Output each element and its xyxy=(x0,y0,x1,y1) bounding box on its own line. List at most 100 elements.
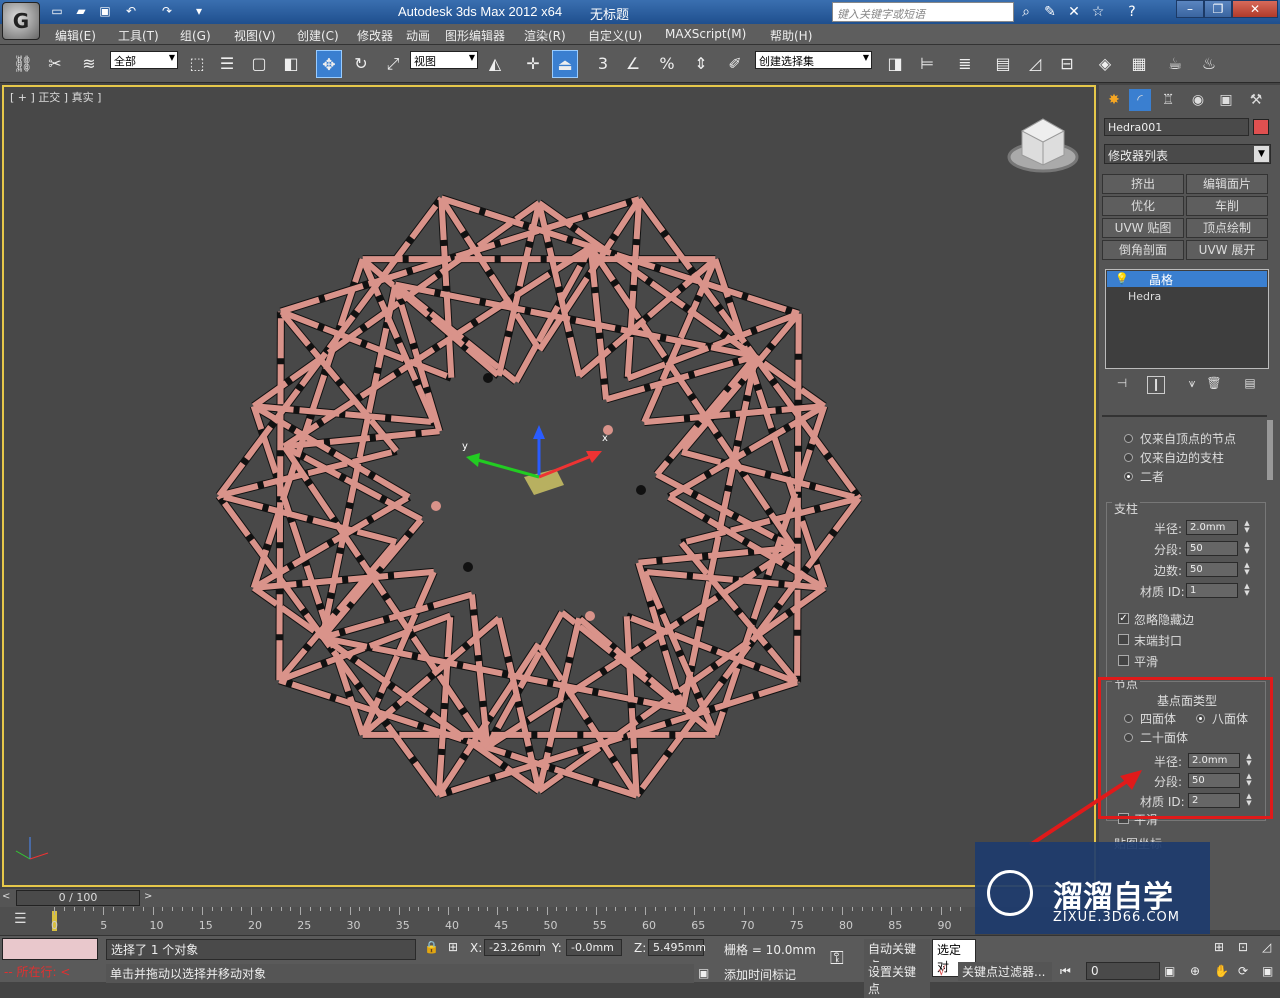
x-coordinate-field[interactable]: -23.26mm xyxy=(484,939,546,956)
y-coordinate-field[interactable]: -0.0mm xyxy=(566,939,622,956)
favorites-icon[interactable]: ☆ xyxy=(1088,2,1108,22)
percent-snap-icon[interactable]: % xyxy=(654,50,680,78)
lattice-object[interactable]: xy xyxy=(4,87,1096,887)
redo-icon[interactable]: ↷ xyxy=(158,3,176,20)
subscription-icon[interactable]: ✎ xyxy=(1040,2,1060,22)
time-configuration-icon[interactable]: ▣ xyxy=(1164,964,1175,978)
extrude-button[interactable]: 挤出 xyxy=(1102,174,1184,194)
angle-snap-icon[interactable]: ∠ xyxy=(620,50,646,78)
hierarchy-tab-icon[interactable]: ♖ xyxy=(1157,89,1179,111)
pivot-center-icon[interactable]: ◭ xyxy=(482,50,508,78)
spinner-arrows-icon[interactable]: ▲ ▼ xyxy=(1242,583,1252,598)
select-scale-icon[interactable]: ⤢ xyxy=(380,50,406,78)
gizmo-x-axis[interactable] xyxy=(538,453,595,479)
radio-both[interactable] xyxy=(1124,472,1133,481)
track-bar[interactable]: ☰ 0 5 10 15 20 25 30 35 40 45 50 55 60 65 70 75 80 85 90 xyxy=(0,907,975,935)
make-unique-icon[interactable]: ⩛ xyxy=(1183,376,1201,394)
vertex-paint-button[interactable]: 顶点绘制 xyxy=(1186,218,1268,238)
next-frame-icon[interactable]: > xyxy=(144,891,152,902)
lightbulb-icon[interactable]: 💡 xyxy=(1115,272,1129,285)
render-setup-icon[interactable]: ▦ xyxy=(1126,50,1152,78)
binoculars-icon[interactable]: ⌕ xyxy=(1016,2,1036,22)
current-frame-field[interactable]: 0 xyxy=(1086,962,1160,980)
minimize-button[interactable]: – xyxy=(1176,0,1204,18)
utilities-tab-icon[interactable]: ⚒ xyxy=(1245,89,1267,111)
select-manipulate-icon[interactable]: ✛ xyxy=(520,50,546,78)
display-tab-icon[interactable]: ▣ xyxy=(1215,89,1237,111)
time-tag-icon[interactable]: ▣ xyxy=(698,966,709,980)
schematic-view-icon[interactable]: ⊟ xyxy=(1054,50,1080,78)
rectangular-selection-icon[interactable]: ▢ xyxy=(246,50,272,78)
z-coordinate-field[interactable]: 5.495mm xyxy=(648,939,706,956)
pan-view-icon[interactable]: ✋ xyxy=(1214,964,1229,978)
uvw-map-button[interactable]: UVW 贴图 xyxy=(1102,218,1184,238)
strut-segments-spinner[interactable]: 50 xyxy=(1186,541,1238,556)
show-end-result-icon[interactable]: ❙ xyxy=(1147,376,1165,394)
menu-group[interactable]: 组(G) xyxy=(180,27,211,44)
unlink-icon[interactable]: ✂ xyxy=(42,50,68,78)
edit-patch-button[interactable]: 编辑面片 xyxy=(1186,174,1268,194)
edit-named-selection-icon[interactable]: ✐ xyxy=(722,50,748,78)
render-teapot-icon[interactable]: ♨ xyxy=(1196,50,1222,78)
menu-graph-editors[interactable]: 图形编辑器 xyxy=(445,27,505,44)
menu-edit[interactable]: 编辑(E) xyxy=(55,27,96,44)
time-slider-thumb[interactable]: 0 / 100 xyxy=(16,890,140,906)
app-logo-icon[interactable]: G xyxy=(2,2,40,40)
new-file-icon[interactable]: ▭ xyxy=(48,3,66,20)
zoom-extents-icon[interactable]: ⊞ xyxy=(1214,940,1224,954)
orbit-icon[interactable]: ⟳ xyxy=(1238,964,1248,978)
zoom-region-icon[interactable]: ⊡ xyxy=(1238,940,1248,954)
set-key-icon[interactable]: ⚿ xyxy=(830,948,844,969)
strut-matid-spinner[interactable]: 1 xyxy=(1186,583,1238,598)
end-caps-checkbox[interactable] xyxy=(1118,634,1129,645)
modify-tab-icon[interactable]: ◜ xyxy=(1129,89,1151,111)
spinner-arrows-icon[interactable]: ▲ ▼ xyxy=(1242,562,1252,577)
set-key-button[interactable]: 设置关键点 xyxy=(864,962,930,998)
curve-editor-icon[interactable]: ◿ xyxy=(1022,50,1048,78)
open-file-icon[interactable]: ▰ xyxy=(72,3,90,20)
gizmo-y-axis[interactable] xyxy=(473,457,540,479)
close-button[interactable]: ✕ xyxy=(1232,0,1278,18)
configure-sets-icon[interactable]: ▤ xyxy=(1241,376,1259,394)
align-icon[interactable]: ⊨ xyxy=(914,50,940,78)
maximize-viewport-icon[interactable]: ▣ xyxy=(1262,964,1273,978)
time-config-icon[interactable]: ⏮ xyxy=(1060,964,1071,979)
field-of-view-icon[interactable]: ◿ xyxy=(1262,940,1271,954)
bevel-profile-button[interactable]: 倒角剖面 xyxy=(1102,240,1184,260)
spinner-snap-icon[interactable]: ⇕ xyxy=(688,50,714,78)
create-tab-icon[interactable]: ✸ xyxy=(1103,89,1125,111)
graphite-toolbar-icon[interactable]: ▤ xyxy=(990,50,1016,78)
add-time-tag[interactable]: 添加时间标记 xyxy=(724,966,796,983)
help-icon[interactable]: ? xyxy=(1122,2,1142,22)
selection-filter-dropdown[interactable]: 全部 xyxy=(110,51,178,69)
object-name-field[interactable]: Hedra001 xyxy=(1104,118,1249,136)
remove-modifier-icon[interactable]: 🗑 xyxy=(1205,376,1223,394)
viewcube-icon[interactable] xyxy=(1006,115,1080,179)
window-crossing-icon[interactable]: ◧ xyxy=(278,50,304,78)
select-rotate-icon[interactable]: ↻ xyxy=(348,50,374,78)
menu-create[interactable]: 创建(C) xyxy=(297,27,339,44)
mirror-icon[interactable]: ◨ xyxy=(882,50,908,78)
move-gizmo[interactable]: xy xyxy=(462,425,608,495)
maximize-button[interactable]: ❐ xyxy=(1204,0,1232,18)
key-filters-button[interactable]: 关键点过滤器... xyxy=(958,962,1052,981)
menu-help[interactable]: 帮助(H) xyxy=(770,27,812,44)
panel-scrollbar[interactable] xyxy=(1267,420,1273,480)
modifier-stack[interactable]: 💡 晶格 Hedra xyxy=(1105,269,1269,369)
undo-icon[interactable]: ↶ xyxy=(122,3,140,20)
gizmo-z-arrow[interactable] xyxy=(533,425,545,439)
radio-joints-only[interactable] xyxy=(1124,434,1133,443)
stack-item-hedra[interactable]: Hedra xyxy=(1128,290,1161,303)
stack-item-lattice[interactable]: 💡 晶格 xyxy=(1107,271,1267,287)
lock-selection-icon[interactable]: 🔒 xyxy=(424,940,439,954)
modifier-list-dropdown[interactable]: 修改器列表 ▼ xyxy=(1104,144,1271,164)
lathe-button[interactable]: 车削 xyxy=(1186,196,1268,216)
object-color-swatch[interactable] xyxy=(1253,119,1269,135)
select-by-name-icon[interactable]: ☰ xyxy=(214,50,240,78)
optimize-button[interactable]: 优化 xyxy=(1102,196,1184,216)
unwrap-uvw-button[interactable]: UVW 展开 xyxy=(1186,240,1268,260)
select-move-icon[interactable]: ✥ xyxy=(316,50,342,78)
gizmo-plane[interactable] xyxy=(524,469,564,495)
bind-spacewarp-icon[interactable]: ≋ xyxy=(76,50,102,78)
rendered-frame-icon[interactable]: ☕ xyxy=(1162,50,1188,78)
